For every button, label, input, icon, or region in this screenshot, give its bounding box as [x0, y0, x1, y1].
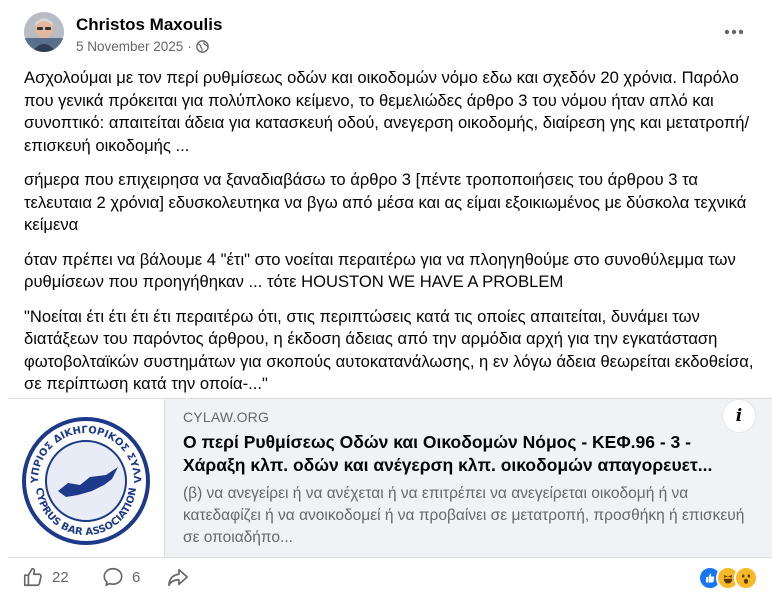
post-paragraph: σήμερα που επιχειρησα να ξαναδιαβάσω το … — [24, 170, 747, 234]
post-paragraph: Ασχολούμαι με τον περί ρυθμίσεως οδών κα… — [24, 68, 750, 155]
post-text: Ασχολούμαι με τον περί ρυθμίσεως οδών κα… — [24, 67, 764, 408]
link-description: (β) να ανεγείρει ή να ανέχεται ή να επιτ… — [183, 485, 745, 546]
share-button[interactable] — [166, 566, 190, 588]
cyprus-bar-association-logo: ΠΑΓΚΥΠΡΙΟΣ ΔΙΚΗΓΟΡΙΚΟΣ ΣΥΛΛΟΓΟΣ CYPRUS B… — [4, 391, 150, 545]
reaction-summary[interactable] — [698, 566, 758, 590]
post-header: Christos Maxoulis 5 November 2025 · — [16, 12, 760, 60]
info-icon[interactable]: i — [722, 399, 756, 433]
comment-icon — [103, 567, 123, 587]
share-icon — [168, 568, 188, 587]
comment-count: 6 — [132, 568, 141, 586]
link-preview-body[interactable]: CYLAW.ORG Ο περί Ρυθμίσεως Οδών και Οικο… — [183, 409, 753, 549]
post-paragraph: όταν πρέπει να βάλουμε 4 "έτι" στο νοείτ… — [24, 249, 736, 292]
post-paragraph: "Νοείται έτι έτι έτι έτι περαιτέρω ότι, … — [24, 306, 754, 394]
post-meta: 5 November 2025 · — [76, 39, 209, 54]
link-title[interactable]: Ο περί Ρυθμίσεως Οδών και Οικοδομών Νόμο… — [183, 431, 753, 477]
wow-reaction-icon — [734, 566, 758, 590]
like-button[interactable]: 22 — [22, 566, 69, 588]
link-preview-thumbnail[interactable]: ΠΑΓΚΥΠΡΙΟΣ ΔΙΚΗΓΟΡΙΚΟΣ ΣΥΛΛΟΓΟΣ CYPRUS B… — [4, 391, 165, 557]
post-actions: 22 6 — [16, 562, 764, 596]
globe-icon[interactable] — [195, 40, 209, 53]
more-options-icon[interactable] — [722, 20, 746, 44]
author-name[interactable]: Christos Maxoulis — [76, 15, 222, 35]
link-preview[interactable]: ΠΑΓΚΥΠΡΙΟΣ ΔΙΚΗΓΟΡΙΚΟΣ ΣΥΛΛΟΓΟΣ CYPRUS B… — [4, 391, 772, 558]
link-domain: CYLAW.ORG — [183, 409, 270, 425]
meta-separator: · — [187, 39, 192, 54]
post-card: Christos Maxoulis 5 November 2025 · Ασχο… — [0, 0, 772, 603]
comment-button[interactable]: 6 — [102, 566, 140, 588]
post-date[interactable]: 5 November 2025 — [76, 39, 183, 54]
author-avatar[interactable] — [24, 12, 64, 52]
thumbs-up-icon — [23, 567, 42, 587]
like-count: 22 — [52, 568, 69, 586]
